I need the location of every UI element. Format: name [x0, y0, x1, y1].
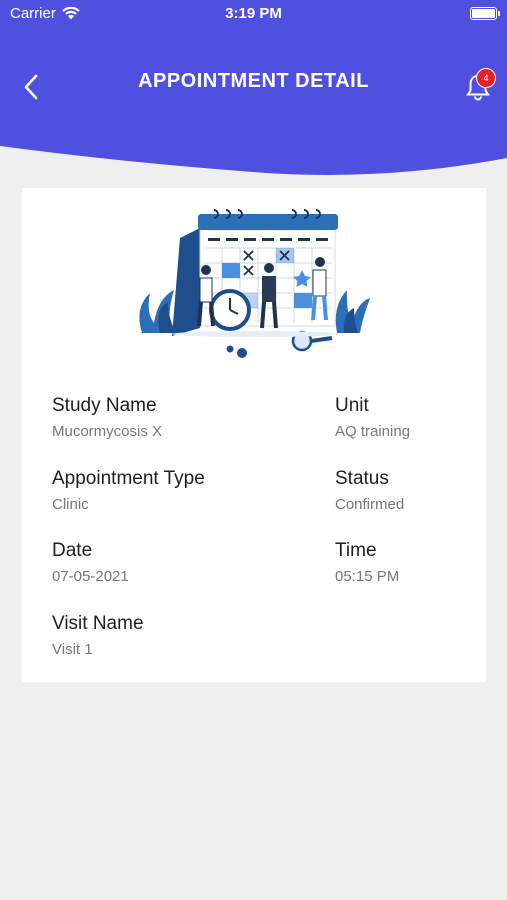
notification-badge: 4: [476, 68, 496, 88]
appointment-type-field: Appointment Type Clinic: [52, 468, 205, 514]
time-value: 05:15 PM: [335, 568, 400, 585]
header: Carrier 3:19 PM APPOINTMENT DETAIL 4: [0, 0, 507, 175]
appointment-type-value: Clinic: [52, 496, 89, 513]
date-value: 07-05-2021: [52, 568, 129, 585]
unit-label: Unit: [335, 395, 369, 416]
status-bar: Carrier 3:19 PM: [0, 0, 507, 28]
unit-value: AQ training: [335, 423, 411, 440]
status-label: Status: [335, 468, 389, 489]
calendar-illustration: [139, 209, 370, 358]
battery-icon: [470, 7, 500, 20]
page-title: APPOINTMENT DETAIL: [138, 70, 369, 92]
time-label: Time: [335, 540, 377, 561]
status-value: Confirmed: [335, 496, 405, 513]
appointment-type-label: Appointment Type: [52, 468, 205, 489]
visit-name-field: Visit Name Visit 1: [52, 613, 144, 659]
study-name-label: Study Name: [52, 395, 157, 416]
visit-name-label: Visit Name: [52, 613, 144, 634]
appointment-card: Study Name Mucormycosis X Unit AQ traini…: [22, 188, 486, 682]
date-field: Date 07-05-2021: [52, 540, 129, 586]
time-field: Time 05:15 PM: [335, 540, 399, 586]
status-time: 3:19 PM: [225, 5, 282, 22]
status-field: Status Confirmed: [335, 468, 404, 514]
visit-name-value: Visit 1: [52, 641, 93, 658]
unit-field: Unit AQ training: [335, 395, 410, 441]
study-name-field: Study Name Mucormycosis X: [52, 395, 162, 441]
study-name-value: Mucormycosis X: [52, 423, 163, 440]
date-label: Date: [52, 540, 93, 561]
